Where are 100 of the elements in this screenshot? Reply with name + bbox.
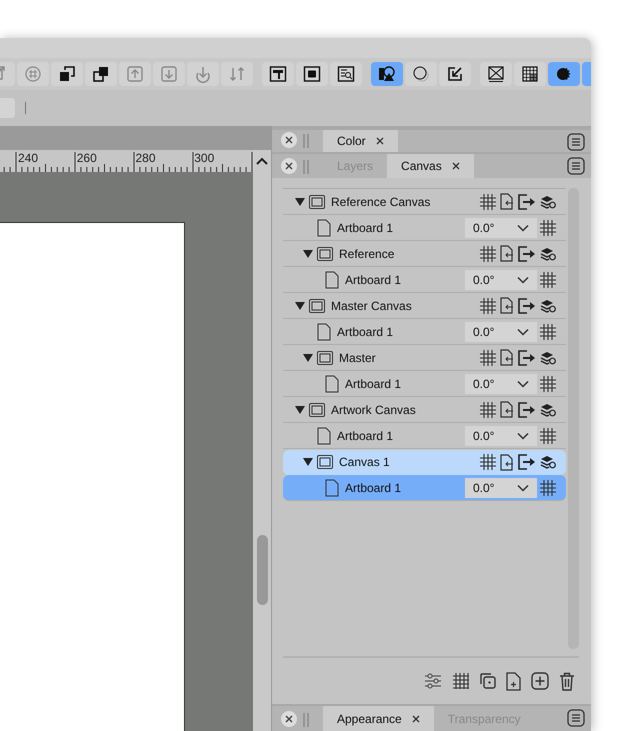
export-arrow-icon[interactable] [518, 350, 536, 366]
layer-row[interactable]: Artboard 1 0.0° [283, 319, 566, 345]
layers-stack-icon[interactable] [540, 402, 556, 416]
toolbar-button[interactable] [439, 62, 471, 86]
grid-icon[interactable] [480, 194, 496, 210]
stacked-squares-icon [92, 65, 110, 83]
layer-row[interactable]: Artboard 1 0.0° [283, 475, 566, 501]
grid-icon[interactable] [540, 480, 556, 496]
document-import-icon[interactable] [500, 349, 514, 366]
close-panel-button[interactable] [281, 711, 297, 727]
export-arrow-icon[interactable] [518, 194, 536, 210]
toolbar-button[interactable] [296, 62, 328, 86]
rotation-dropdown[interactable]: 0.0° [465, 270, 537, 290]
chevron-down-icon [517, 484, 529, 492]
rotation-dropdown[interactable]: 0.0° [465, 426, 537, 446]
add-icon[interactable] [531, 672, 549, 690]
toolbar-button[interactable] [480, 62, 512, 86]
arrow-up-box-icon [126, 65, 144, 83]
grip-icon[interactable] [303, 713, 309, 727]
disclosure-triangle-icon[interactable] [303, 248, 313, 258]
layers-stack-icon[interactable] [540, 455, 556, 469]
checker-grid-icon [521, 65, 539, 83]
grid-icon[interactable] [452, 672, 470, 690]
toolbar-button[interactable] [85, 62, 117, 86]
chevron-up-icon[interactable] [256, 157, 268, 165]
grid-icon[interactable] [540, 428, 556, 444]
sliders-icon[interactable] [424, 672, 442, 690]
toolbar-button[interactable] [330, 62, 362, 86]
layer-row[interactable]: Artboard 1 0.0° [283, 215, 566, 241]
menu-icon[interactable] [567, 133, 585, 151]
layers-stack-icon[interactable] [540, 350, 556, 364]
disclosure-triangle-icon[interactable] [295, 404, 305, 414]
panel-tab[interactable]: Canvas [387, 154, 474, 178]
close-icon[interactable] [452, 162, 460, 170]
ruler-label: 280 [136, 151, 157, 165]
layer-row[interactable]: Artboard 1 0.0° [283, 371, 566, 397]
trash-icon[interactable] [559, 672, 575, 690]
export-arrow-icon[interactable] [518, 454, 536, 470]
disclosure-triangle-icon[interactable] [295, 300, 305, 310]
layers-stack-icon[interactable] [540, 194, 556, 208]
toolbar-button[interactable] [514, 62, 546, 86]
rotation-dropdown[interactable]: 0.0° [465, 478, 537, 498]
layers-stack-icon[interactable] [540, 298, 556, 312]
grid-icon[interactable] [480, 246, 496, 262]
export-arrow-icon[interactable] [518, 402, 536, 418]
grid-icon[interactable] [540, 324, 556, 340]
grip-icon[interactable] [303, 160, 309, 174]
document-import-icon[interactable] [500, 193, 514, 210]
layer-name: Artboard 1 [337, 220, 394, 234]
rotation-dropdown[interactable]: 0.0° [465, 218, 537, 238]
scrollbar-thumb[interactable] [256, 535, 268, 605]
panel-tab[interactable]: Color [323, 130, 398, 152]
grid-icon[interactable] [540, 376, 556, 392]
layer-row[interactable]: Artwork Canvas [283, 397, 566, 423]
layer-name: Artboard 1 [345, 376, 402, 390]
chevron-down-icon [517, 276, 529, 284]
layers-stack-icon[interactable] [540, 246, 556, 260]
grid-icon[interactable] [480, 298, 496, 314]
close-icon[interactable] [376, 137, 384, 145]
grid-icon[interactable] [480, 454, 496, 470]
grid-icon[interactable] [480, 402, 496, 418]
duplicate-icon[interactable] [480, 673, 496, 689]
disclosure-triangle-icon[interactable] [303, 352, 313, 362]
layer-row[interactable]: Canvas 1 [283, 450, 566, 475]
export-arrow-icon[interactable] [518, 246, 536, 262]
layer-name: Canvas 1 [339, 455, 390, 469]
grid-icon[interactable] [480, 350, 496, 366]
layer-row[interactable]: Reference [283, 241, 566, 267]
close-panel-button[interactable] [281, 158, 297, 174]
grid-icon[interactable] [540, 272, 556, 288]
layer-row[interactable]: Reference Canvas [283, 189, 566, 215]
layer-row[interactable]: Master Canvas [283, 293, 566, 319]
new-document-icon[interactable] [506, 672, 521, 690]
document-icon [325, 374, 339, 392]
menu-icon[interactable] [567, 709, 585, 727]
toolbar-button[interactable] [51, 62, 83, 86]
grid-icon[interactable] [540, 220, 556, 236]
toolbar-button[interactable] [371, 62, 403, 86]
disclosure-triangle-icon[interactable] [295, 196, 305, 206]
close-icon[interactable] [412, 714, 420, 722]
rotation-dropdown[interactable]: 0.0° [465, 374, 537, 394]
layer-row[interactable]: Artboard 1 0.0° [283, 423, 566, 449]
toolbar-button[interactable] [548, 62, 580, 86]
grip-icon[interactable] [303, 134, 309, 148]
canvas-icon [309, 402, 325, 416]
export-arrow-icon[interactable] [518, 298, 536, 314]
toolbar-button[interactable] [262, 62, 294, 86]
close-panel-button[interactable] [281, 132, 297, 148]
panel-tab[interactable]: Appearance [323, 706, 434, 731]
document-import-icon[interactable] [500, 245, 514, 262]
document-import-icon[interactable] [500, 454, 514, 470]
menu-icon[interactable] [567, 157, 585, 175]
document-import-icon[interactable] [500, 401, 514, 418]
toolbar-button[interactable] [405, 62, 437, 86]
disclosure-triangle-icon[interactable] [303, 457, 313, 467]
layer-row[interactable]: Artboard 1 0.0° [283, 267, 566, 293]
rotation-dropdown[interactable]: 0.0° [465, 322, 537, 342]
document-import-icon[interactable] [500, 297, 514, 314]
swap-arrows-icon [228, 65, 246, 83]
layer-row[interactable]: Master [283, 345, 566, 371]
